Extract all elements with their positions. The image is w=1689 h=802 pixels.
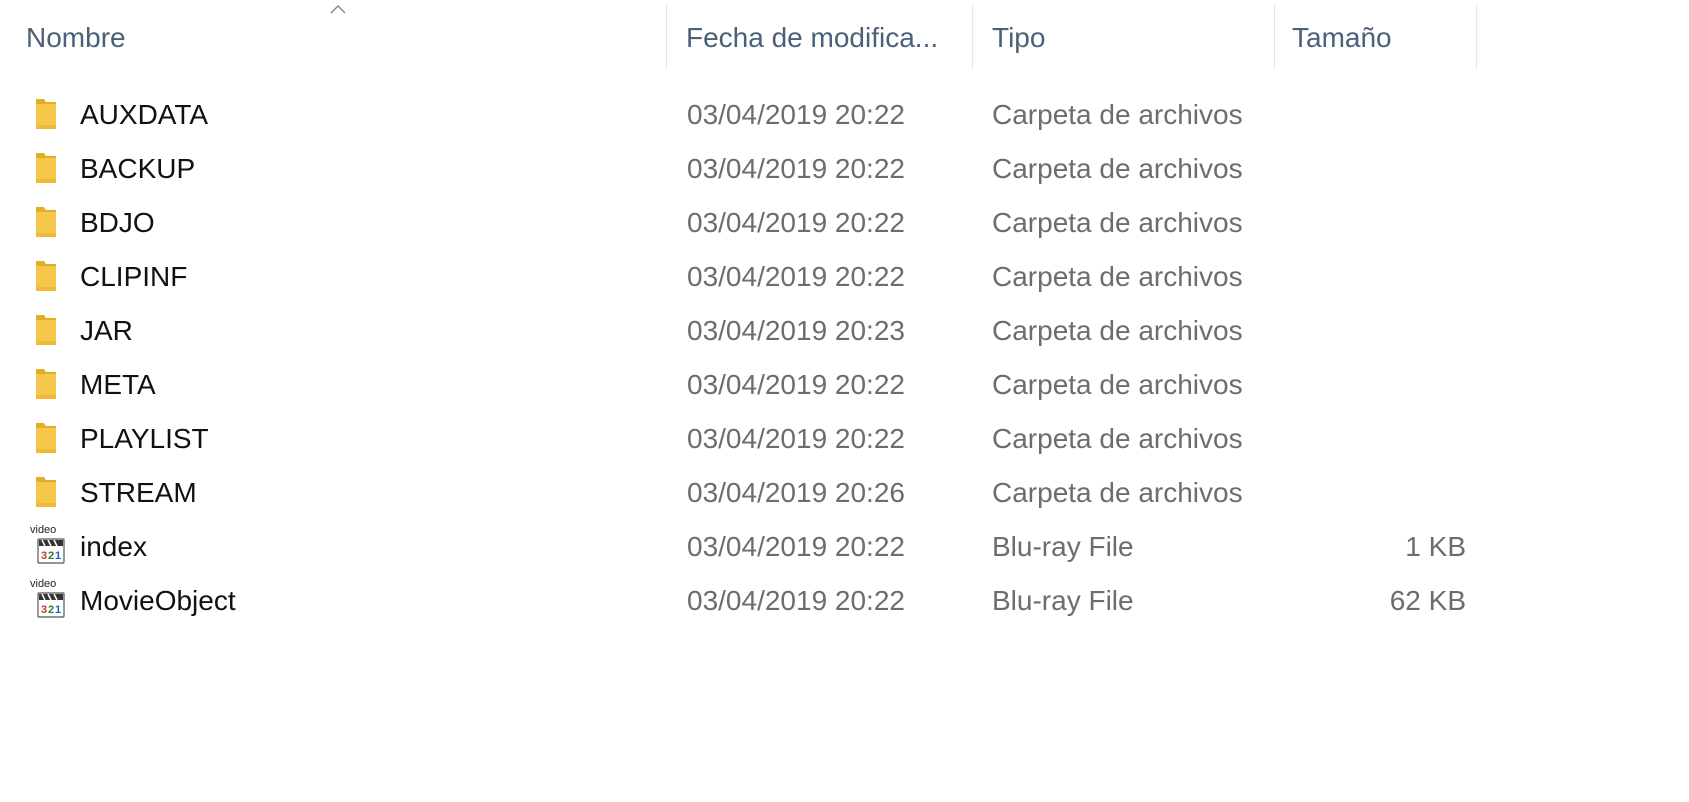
file-name: index (80, 531, 147, 562)
file-type: Carpeta de archivos (992, 261, 1243, 292)
video-file-icon: 3 2 1 video (30, 578, 70, 621)
file-row[interactable]: JAR 03/04/2019 20:23 Carpeta de archivos (0, 304, 1689, 358)
file-size (1290, 466, 1466, 520)
file-name: CLIPINF (80, 261, 188, 292)
file-size (1290, 304, 1466, 358)
column-divider[interactable] (972, 4, 973, 70)
file-name: PLAYLIST (80, 423, 209, 454)
file-row[interactable]: META 03/04/2019 20:22 Carpeta de archivos (0, 358, 1689, 412)
folder-icon (30, 203, 70, 243)
file-type: Carpeta de archivos (992, 423, 1243, 454)
file-row[interactable]: CLIPINF 03/04/2019 20:22 Carpeta de archiv… (0, 250, 1689, 304)
file-modified-date: 03/04/2019 20:22 (687, 207, 905, 238)
file-name: STREAM (80, 477, 197, 508)
column-header-type-label: Tipo (992, 22, 1046, 53)
svg-text:3: 3 (41, 604, 47, 616)
file-row[interactable]: STREAM 03/04/2019 20:26 Carpeta de archivo… (0, 466, 1689, 520)
file-modified-date: 03/04/2019 20:22 (687, 531, 905, 562)
svg-text:2: 2 (48, 550, 54, 562)
file-explorer-details-view: Nombre Fecha de modifica... Tipo Tamaño … (0, 0, 1689, 802)
file-type: Carpeta de archivos (992, 315, 1243, 346)
file-list: AUXDATA 03/04/2019 20:22 Carpeta de archiv… (0, 88, 1689, 628)
column-header-size[interactable]: Tamaño (1292, 0, 1476, 70)
folder-icon (30, 149, 70, 189)
column-header-type[interactable]: Tipo (992, 0, 1274, 70)
folder-icon (30, 365, 70, 405)
file-row[interactable]: AUXDATA 03/04/2019 20:22 Carpeta de archiv… (0, 88, 1689, 142)
column-header-bar: Nombre Fecha de modifica... Tipo Tamaño (0, 0, 1689, 70)
folder-icon (30, 257, 70, 297)
file-row[interactable]: BACKUP 03/04/2019 20:22 Carpeta de archivo… (0, 142, 1689, 196)
file-modified-date: 03/04/2019 20:22 (687, 585, 905, 616)
svg-text:1: 1 (55, 604, 61, 616)
file-row[interactable]: 3 2 1 video index 03/04/2019 20:22 Blu-ray … (0, 520, 1689, 574)
file-type: Carpeta de archivos (992, 99, 1243, 130)
file-type: Carpeta de archivos (992, 207, 1243, 238)
file-row[interactable]: PLAYLIST 03/04/2019 20:22 Carpeta de archi… (0, 412, 1689, 466)
video-icon-caption: video (30, 524, 57, 536)
column-divider[interactable] (666, 4, 667, 70)
file-modified-date: 03/04/2019 20:23 (687, 315, 905, 346)
file-size (1290, 412, 1466, 466)
folder-icon (30, 95, 70, 135)
file-size (1290, 250, 1466, 304)
file-size (1290, 196, 1466, 250)
file-type: Carpeta de archivos (992, 153, 1243, 184)
folder-icon (30, 419, 70, 459)
file-modified-date: 03/04/2019 20:22 (687, 153, 905, 184)
svg-text:3: 3 (41, 550, 47, 562)
video-icon-caption: video (30, 578, 57, 590)
file-type: Blu-ray File (992, 585, 1134, 616)
file-type: Carpeta de archivos (992, 369, 1243, 400)
file-name: META (80, 369, 156, 400)
file-modified-date: 03/04/2019 20:26 (687, 477, 905, 508)
file-size (1290, 88, 1466, 142)
file-modified-date: 03/04/2019 20:22 (687, 99, 905, 130)
file-modified-date: 03/04/2019 20:22 (687, 261, 905, 292)
column-header-name-label: Nombre (26, 22, 126, 53)
file-type: Blu-ray File (992, 531, 1134, 562)
file-modified-date: 03/04/2019 20:22 (687, 369, 905, 400)
folder-icon (30, 311, 70, 351)
file-row[interactable]: 3 2 1 video MovieObject 03/04/2019 20:22 Bl… (0, 574, 1689, 628)
video-file-icon: 3 2 1 video (30, 524, 70, 567)
column-header-name[interactable]: Nombre (26, 0, 666, 70)
file-name: AUXDATA (80, 99, 209, 130)
svg-text:2: 2 (48, 604, 54, 616)
file-modified-date: 03/04/2019 20:22 (687, 423, 905, 454)
file-size (1290, 142, 1466, 196)
file-name: BACKUP (80, 153, 196, 184)
svg-text:1: 1 (55, 550, 61, 562)
file-row[interactable]: BDJO 03/04/2019 20:22 Carpeta de archivos (0, 196, 1689, 250)
file-size (1290, 358, 1466, 412)
file-size: 1 KB (1405, 531, 1466, 562)
file-type: Carpeta de archivos (992, 477, 1243, 508)
column-divider[interactable] (1476, 4, 1477, 70)
folder-icon (30, 473, 70, 513)
file-name: MovieObject (80, 585, 236, 616)
file-name: JAR (80, 315, 133, 346)
column-header-date-label: Fecha de modifica... (686, 22, 939, 53)
column-header-date[interactable]: Fecha de modifica... (686, 0, 972, 70)
file-name: BDJO (80, 207, 155, 238)
column-header-size-label: Tamaño (1292, 22, 1392, 53)
file-size: 62 KB (1389, 585, 1466, 616)
column-divider[interactable] (1274, 4, 1275, 70)
